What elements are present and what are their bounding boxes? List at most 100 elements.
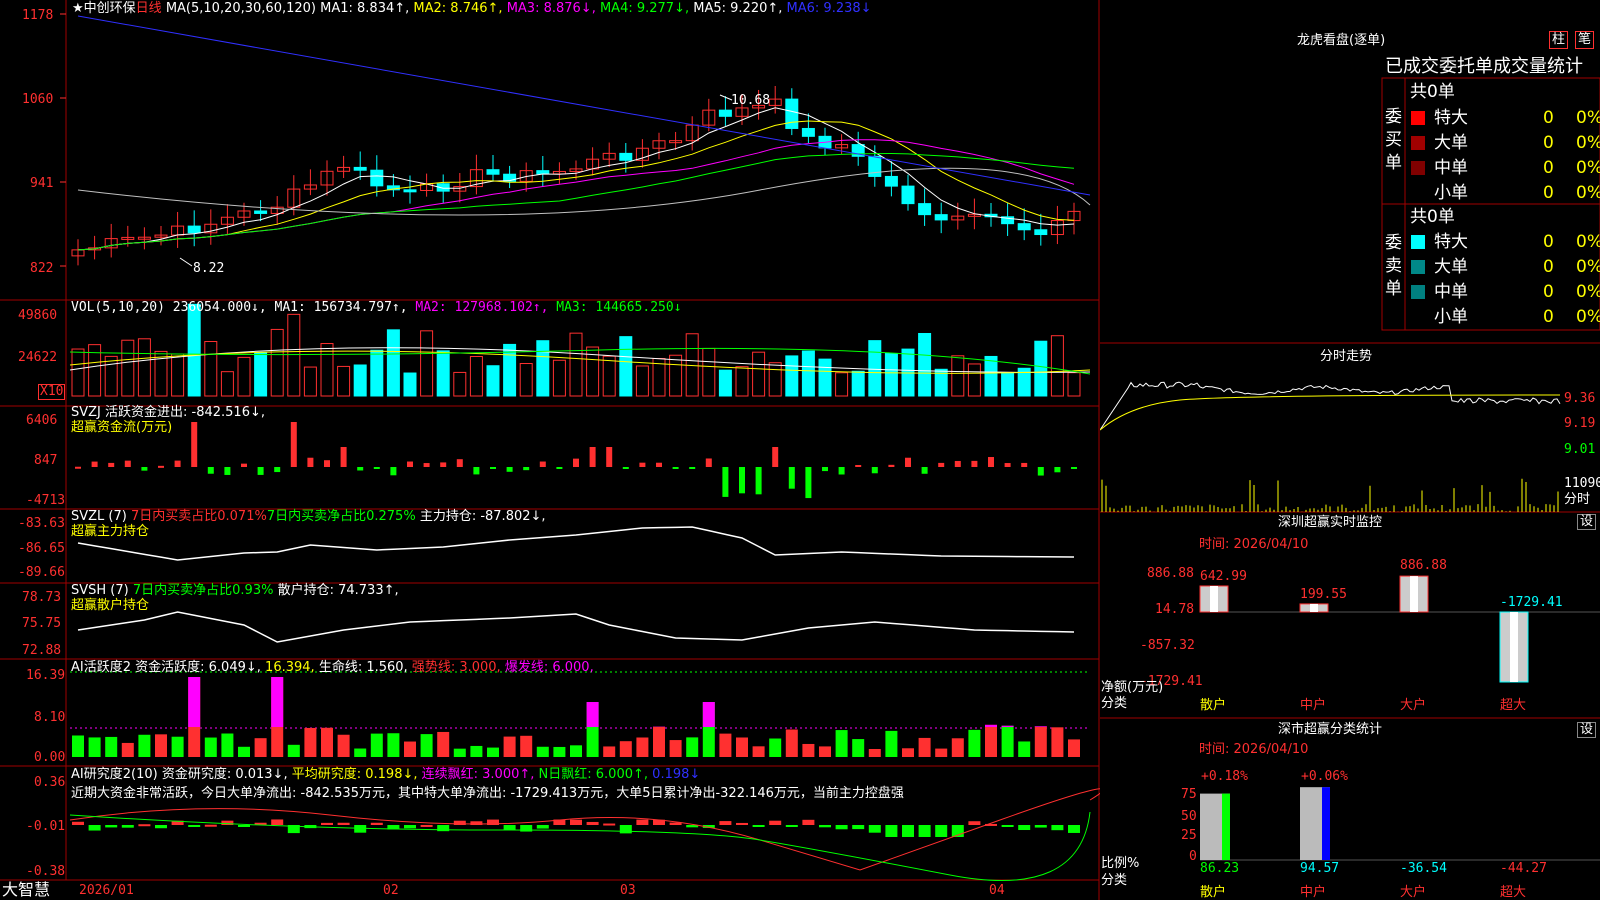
sell-row-name: 中单 (1434, 282, 1468, 302)
date-tick-4: 04 (989, 883, 1005, 898)
ai2-bar-34 (636, 819, 649, 825)
svzj-bar-29 (556, 467, 563, 469)
vol-bar-43 (785, 355, 799, 397)
period-label[interactable]: 日线 (136, 1, 162, 16)
bar-mode-button[interactable]: 柱 (1549, 31, 1569, 49)
sell-row-name: 小单 (1434, 307, 1468, 327)
main-chart-area[interactable] (0, 0, 1100, 900)
ma2-value: MA2: 8.746↑, (413, 1, 503, 16)
intraday-axis-1: 9.36 (1564, 391, 1596, 406)
vol-bar-59 (1050, 335, 1064, 397)
brand-logo[interactable]: 大智慧 (2, 881, 50, 899)
ai2-bar-36 (669, 822, 682, 825)
svzl-axis-2: -86.65 (18, 541, 65, 556)
svzj-bar-23 (456, 459, 463, 467)
vol-bar-23 (453, 371, 467, 397)
vol-bar-20 (403, 372, 417, 397)
category-label: 中户 (1300, 885, 1327, 900)
vol-bar-8 (204, 341, 218, 397)
ma-line-5 (77, 167, 1091, 216)
svzj-bar-22 (440, 462, 447, 467)
sell-row-val: 0 (1543, 257, 1554, 277)
svsh-line (77, 611, 1075, 643)
svzj-bar-3 (124, 460, 131, 467)
sell-row-val: 0 (1543, 282, 1554, 302)
svsh-panel (77, 611, 1075, 643)
sell-color-swatch (1411, 235, 1425, 249)
ai2-bar-50 (902, 825, 914, 837)
ai1-bar-28 (536, 746, 549, 757)
svzj-bar-31 (589, 447, 596, 467)
ai2-comment: 近期大资金非常活跃，今日大单净流出: -842.535万元，其中特大单净流出: … (71, 786, 904, 801)
buy-total: 共0单 (1410, 82, 1455, 102)
sell-color-swatch (1411, 260, 1425, 274)
ai1-bar-52 (935, 748, 948, 757)
buy-row-val: 0 (1543, 183, 1554, 203)
panel3-settings-button[interactable]: 设 (1577, 514, 1597, 530)
panel2-title: 分时走势 (1320, 349, 1373, 364)
candle-body-51 (918, 203, 932, 216)
panel4-settings-button[interactable]: 设 (1577, 722, 1597, 738)
svzj-bar-27 (523, 467, 530, 471)
buy-row-pct: 0% (1576, 158, 1600, 178)
ai1-bar-13 (287, 744, 300, 757)
ai1-bar-33 (619, 741, 632, 757)
ai1-bar-37 (686, 737, 699, 757)
ai1-bar-35 (653, 726, 665, 757)
svzj-bar-43 (788, 467, 795, 489)
ai2-bar-20 (404, 825, 416, 829)
ai2-t5: 0.198↓ (652, 767, 701, 782)
ai1-bar-3 (121, 742, 134, 757)
svzj-bar-12 (274, 467, 281, 473)
ma1-value: MA1: 8.834↑, (320, 1, 410, 16)
svzj-bar-35 (656, 462, 662, 467)
ai2-bar-58 (1034, 825, 1047, 828)
ai2-bar-56 (1001, 825, 1014, 827)
ai2-bar-52 (935, 825, 948, 837)
tick-mode-button[interactable]: 笔 (1575, 31, 1595, 49)
ai1-bar-top-58 (1034, 726, 1047, 727)
vol-bar-28 (536, 340, 550, 397)
ai1-bar-top-56 (1001, 725, 1014, 727)
vol-bar-44 (801, 350, 815, 397)
ai2-bar-16 (337, 822, 350, 825)
price-axis-1: 1178 (22, 8, 54, 23)
ai1-bar-34 (636, 737, 649, 757)
candle-body-17 (353, 166, 367, 171)
ai1-t4: 强势线: 3.000, (411, 660, 501, 675)
ai1-bar-1 (88, 737, 101, 757)
vol-label: VOL(5,10,20) (71, 300, 165, 315)
svzj-bar-40 (739, 467, 745, 494)
ai2-bar-60 (1068, 825, 1080, 833)
svsh-axis-3: 72.88 (22, 643, 62, 658)
sell-row-pct: 0% (1576, 307, 1600, 327)
classify-axis-4: 0 (1189, 849, 1197, 864)
candle-body-20 (403, 189, 417, 193)
svzj-bar-16 (340, 447, 347, 467)
buy-row-val: 0 (1543, 108, 1554, 128)
category-label: 散户 (1200, 885, 1227, 900)
svzj-bar-60 (1071, 467, 1077, 469)
ai1-t1: 资金活跃度: 6.049↓, (135, 660, 261, 675)
monitor-axis-1: 886.88 (1147, 566, 1194, 581)
svzl-label: SVZL (7) (71, 509, 127, 524)
ai2-bar-1 (88, 825, 101, 831)
ai2-bar-41 (752, 825, 765, 827)
vol-bar-32 (602, 355, 616, 397)
svsh-sub: 超赢散户持仓 (71, 598, 150, 613)
svzj-label: SVZJ 活跃资金进出: -842.516↓, (71, 405, 266, 420)
vol-value: 236054.000↓, (172, 300, 267, 315)
ai1-bar-46 (835, 730, 848, 757)
svzj-bar-38 (705, 458, 712, 467)
svsh-t2: 散户持仓: 74.733↑, (277, 583, 399, 598)
vol-bar-14 (303, 366, 317, 397)
buy-row-pct: 0% (1576, 108, 1600, 128)
ai2-bar-28 (536, 825, 549, 829)
stock-name[interactable]: ★中创环保 (72, 1, 136, 16)
buy-row-val: 0 (1543, 133, 1554, 153)
svzj-bar-49 (888, 464, 895, 467)
monitor-ylabel: 净额(万元) (1101, 680, 1164, 695)
ai1-axis-2: 8.10 (34, 710, 66, 725)
ai2-bar-54 (968, 821, 981, 825)
category-value: -44.27 (1500, 861, 1547, 876)
